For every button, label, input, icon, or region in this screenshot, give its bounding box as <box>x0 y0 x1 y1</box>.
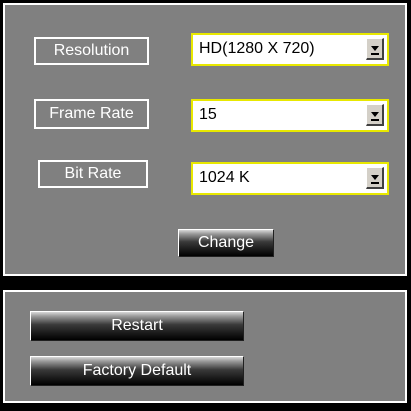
bit-rate-select[interactable]: 1024 K <box>191 162 389 195</box>
bit-rate-select-value: 1024 K <box>199 169 250 186</box>
frame-rate-select[interactable]: 15 <box>191 99 389 132</box>
bit-rate-label: Bit Rate <box>38 160 148 188</box>
chevron-down-icon[interactable] <box>366 167 384 189</box>
chevron-down-icon[interactable] <box>366 104 384 126</box>
frame-rate-label: Frame Rate <box>34 99 149 129</box>
resolution-select-value: HD(1280 X 720) <box>199 40 315 57</box>
system-actions-panel <box>3 290 407 403</box>
restart-button[interactable]: Restart <box>30 311 244 341</box>
change-button[interactable]: Change <box>178 229 274 257</box>
frame-rate-select-value: 15 <box>199 106 217 123</box>
factory-default-button[interactable]: Factory Default <box>30 356 244 386</box>
chevron-down-icon[interactable] <box>366 38 384 60</box>
resolution-label: Resolution <box>34 37 149 65</box>
resolution-select[interactable]: HD(1280 X 720) <box>191 33 389 66</box>
